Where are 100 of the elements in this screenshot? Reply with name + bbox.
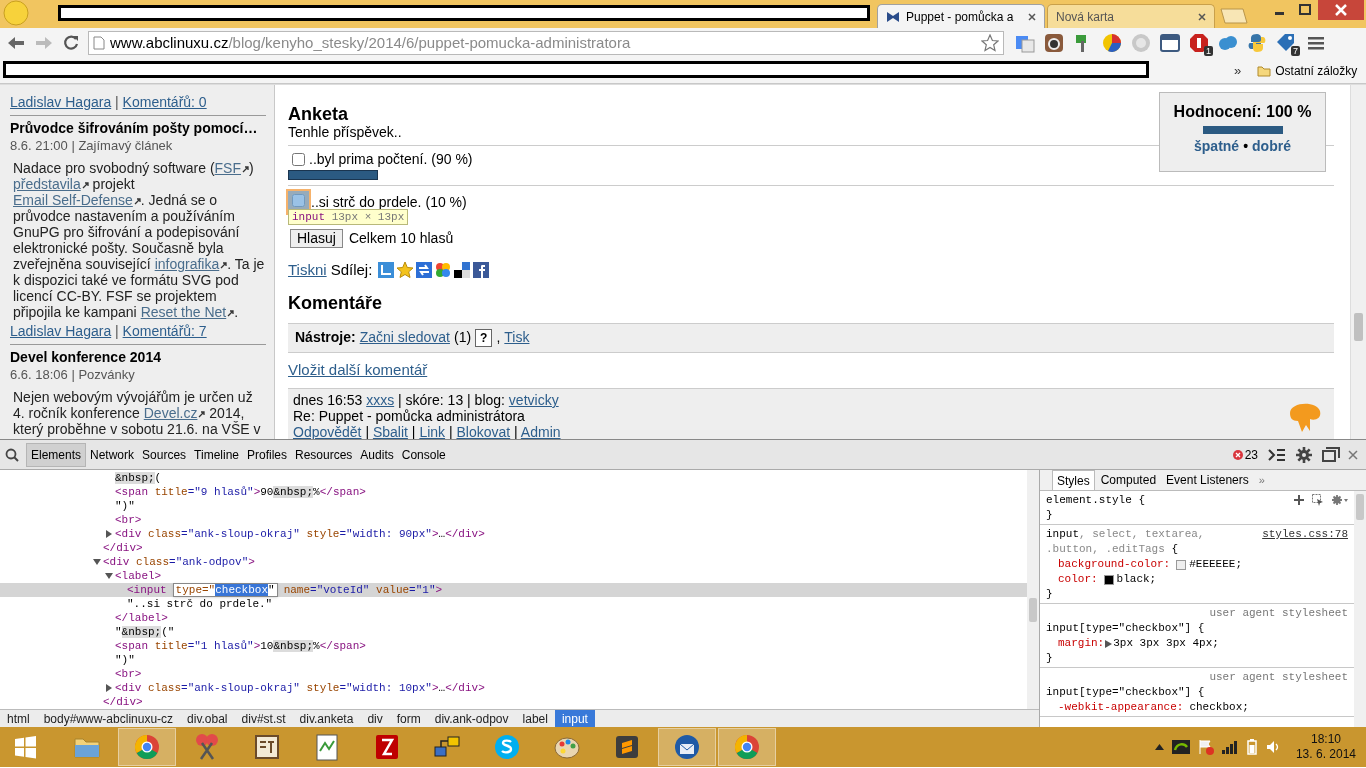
devtools-tab[interactable]: Console: [397, 442, 450, 467]
breadcrumb[interactable]: html: [0, 710, 37, 727]
python-icon[interactable]: [1247, 33, 1267, 53]
link[interactable]: Ladislav Hagara: [10, 323, 112, 339]
collapse-arrow-icon[interactable]: [105, 572, 113, 580]
link[interactable]: Ladislav Hagara: [10, 94, 112, 110]
facebook-icon[interactable]: [473, 262, 490, 279]
breadcrumb[interactable]: div: [360, 710, 390, 727]
link[interactable]: Tiskni: [288, 259, 327, 282]
styles-tab[interactable]: Event Listeners: [1162, 470, 1253, 490]
menu-icon[interactable]: [1308, 35, 1326, 51]
address-field[interactable]: www.abclinuxu.cz/blog/kenyho_stesky/2014/6/puppet-pomucka-administratora: [88, 31, 1004, 55]
settings-icon[interactable]: [1296, 446, 1312, 463]
pie-chart-icon[interactable]: [1102, 33, 1122, 53]
more-tabs-button[interactable]: »: [1254, 470, 1269, 490]
camera-icon[interactable]: [1044, 33, 1064, 53]
scrollbar[interactable]: [1354, 491, 1366, 727]
link[interactable]: Odpovědět: [293, 424, 362, 439]
code-line[interactable]: <label>: [115, 570, 162, 582]
breadcrumb[interactable]: div#st.st: [234, 710, 293, 727]
link[interactable]: xxxs: [366, 392, 395, 408]
code-line[interactable]: <div class="ank-odpov">: [103, 556, 255, 568]
share-arrow-icon[interactable]: [378, 262, 395, 279]
breadcrumb[interactable]: div.anketa: [292, 710, 361, 727]
google-icon[interactable]: [435, 262, 452, 279]
link[interactable]: FSF: [214, 160, 249, 176]
link[interactable]: Komentářů: 7: [122, 323, 207, 339]
breadcrumb[interactable]: div.ank-odpov: [427, 710, 516, 727]
dock-icon[interactable]: [1322, 446, 1340, 463]
expand-arrow-icon[interactable]: [105, 530, 113, 538]
devtools-tab[interactable]: Audits: [356, 442, 398, 467]
element-picker-icon[interactable]: [1312, 494, 1324, 506]
attribute-editor[interactable]: type="checkbox": [172, 583, 278, 597]
link[interactable]: Email Self-Defense: [13, 192, 141, 208]
link[interactable]: Začni sledovat: [359, 327, 450, 348]
devtools-tab[interactable]: Profiles: [243, 442, 291, 467]
settings-icon[interactable]: [1332, 495, 1348, 505]
close-icon[interactable]: [1348, 449, 1358, 460]
styles-tab[interactable]: Styles: [1052, 470, 1095, 490]
breadcrumb[interactable]: body#www-abclinuxu-cz: [36, 710, 181, 727]
devtools-tab[interactable]: Elements: [26, 442, 87, 467]
swap-arrows-icon[interactable]: [416, 262, 433, 279]
bookmarks-overflow[interactable]: »: [1234, 60, 1242, 81]
taskbar-button[interactable]: [118, 728, 176, 766]
link[interactable]: Reset the Net: [140, 304, 235, 320]
window-icon[interactable]: [1160, 33, 1180, 53]
source-link[interactable]: styles.css:78: [1262, 527, 1348, 542]
star-icon[interactable]: [981, 34, 999, 52]
clock[interactable]: 18:10 13. 6. 2014: [1295, 732, 1356, 762]
vote-button[interactable]: Hlasuj: [290, 229, 343, 248]
battery-icon[interactable]: [1245, 739, 1258, 755]
scrollbar[interactable]: [1350, 85, 1366, 439]
link[interactable]: Vložit další komentář: [288, 358, 428, 381]
expand-arrow-icon[interactable]: [105, 684, 113, 692]
close-icon[interactable]: [1318, 0, 1364, 20]
link[interactable]: Komentářů: 0: [122, 94, 207, 110]
devtools-tab[interactable]: Sources: [138, 442, 191, 467]
gpu-icon[interactable]: [1171, 740, 1190, 754]
devtools-tab[interactable]: Resources: [291, 442, 357, 467]
breadcrumb[interactable]: form: [389, 710, 428, 727]
cloud-icon[interactable]: [1218, 33, 1238, 53]
link[interactable]: Link: [419, 424, 446, 439]
link[interactable]: špatné: [1194, 136, 1240, 157]
code-line[interactable]: <div class="ank-sloup-okraj" style="width: 90px">…</div>: [115, 528, 485, 540]
help-button[interactable]: ?: [475, 328, 493, 347]
breadcrumb[interactable]: label: [515, 710, 555, 727]
color-swatch[interactable]: [1176, 559, 1187, 570]
error-counter[interactable]: 23: [1232, 445, 1258, 464]
color-swatch[interactable]: [1103, 574, 1114, 585]
squares-icon[interactable]: [454, 262, 471, 279]
browser-tab[interactable]: Nová karta: [1047, 4, 1215, 28]
reload-icon[interactable]: [62, 34, 80, 52]
code-line[interactable]: <div class="ank-sloup-okraj" style="width: 10px">…</div>: [115, 682, 485, 694]
devtools-tab[interactable]: Network: [86, 442, 139, 467]
link[interactable]: Tisk: [504, 327, 530, 348]
breadcrumb[interactable]: div.obal: [180, 710, 235, 727]
back-icon[interactable]: [6, 35, 26, 51]
flag-icon[interactable]: [1197, 739, 1214, 755]
stop-icon[interactable]: [1189, 33, 1209, 53]
link[interactable]: Admin: [520, 424, 561, 439]
translate-icon[interactable]: [1015, 33, 1035, 53]
tag-icon[interactable]: [1276, 33, 1296, 53]
star-icon[interactable]: [397, 262, 414, 279]
taskbar-button[interactable]: [658, 728, 716, 766]
show-hidden-icon[interactable]: [1154, 744, 1164, 750]
checkbox[interactable]: [292, 153, 305, 166]
selected-row[interactable]: <input type="checkbox" name="voteId" value="1">: [0, 583, 1027, 597]
link[interactable]: Blokovat: [456, 424, 511, 439]
checkbox[interactable]: [292, 194, 305, 207]
collapse-arrow-icon[interactable]: [93, 558, 101, 566]
link[interactable]: infografika: [154, 256, 228, 272]
expand-arrow-icon[interactable]: [1105, 639, 1113, 648]
link[interactable]: Devel.cz: [143, 405, 206, 421]
link[interactable]: dobré: [1252, 136, 1291, 157]
devtools-tab[interactable]: Timeline: [190, 442, 243, 467]
scrollbar[interactable]: [1027, 470, 1039, 709]
browser-tab[interactable]: Puppet - pomůcka a: [877, 4, 1045, 28]
link[interactable]: Sbalit: [372, 424, 408, 439]
styles-tab[interactable]: Computed: [1096, 470, 1161, 490]
breadcrumb[interactable]: input: [554, 710, 595, 727]
